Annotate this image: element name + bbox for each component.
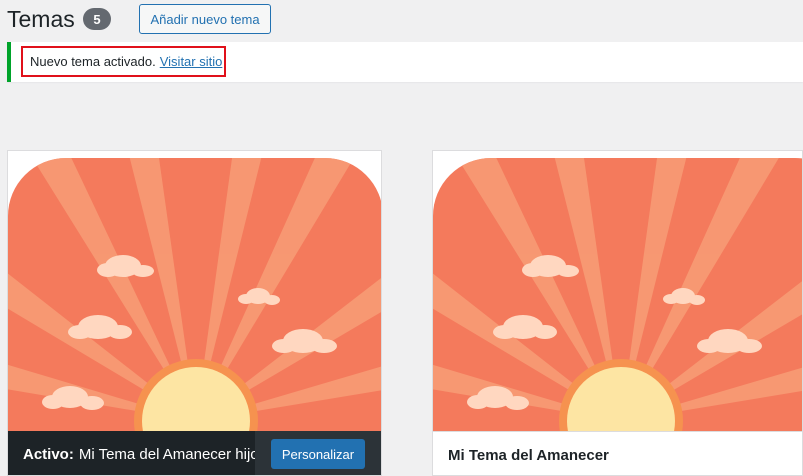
theme-name: Mi Tema del Amanecer: [448, 446, 609, 464]
theme-name: Mi Tema del Amanecer hijo: [78, 445, 259, 463]
sunrise-illustration: [8, 151, 381, 431]
page-title: Temas: [7, 6, 75, 32]
active-theme-name: Activo: Mi Tema del Amanecer hijo: [23, 431, 259, 475]
active-theme-footer: Activo: Mi Tema del Amanecer hijo Person…: [8, 431, 381, 475]
sunrise-illustration: [433, 151, 802, 431]
notice-message: Nuevo tema activado.: [30, 54, 156, 69]
customize-area: Personalizar: [255, 431, 381, 475]
theme-count-badge: 5: [83, 8, 111, 30]
theme-card-active[interactable]: Activo: Mi Tema del Amanecer hijo Person…: [7, 150, 382, 476]
customize-button[interactable]: Personalizar: [271, 439, 365, 469]
visit-site-link[interactable]: Visitar sitio: [160, 54, 223, 69]
active-label: Activo:: [23, 445, 74, 463]
theme-card[interactable]: Mi Tema del Amanecer: [432, 150, 803, 476]
add-new-theme-button[interactable]: Añadir nuevo tema: [139, 4, 271, 34]
page-header: Temas 5 Añadir nuevo tema: [0, 0, 803, 40]
theme-screenshot[interactable]: [8, 151, 381, 431]
success-notice: Nuevo tema activado. Visitar sitio: [7, 42, 803, 82]
theme-screenshot[interactable]: [433, 151, 802, 431]
notice-highlight-box: Nuevo tema activado. Visitar sitio: [21, 46, 226, 77]
theme-footer: Mi Tema del Amanecer: [433, 431, 802, 475]
